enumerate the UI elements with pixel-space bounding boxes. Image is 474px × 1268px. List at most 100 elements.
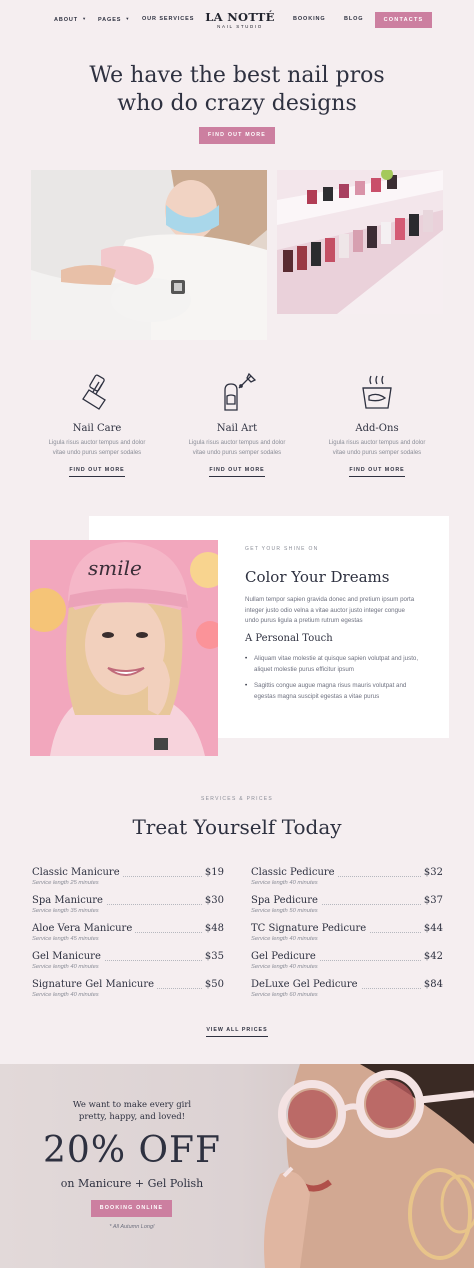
service-description: Ligula risus auctor tempus and dolor vit… (307, 438, 447, 458)
price-item: Spa Manicure $30 Service length 35 minut… (32, 895, 224, 919)
price-item-name: TC Signature Pedicure (251, 923, 370, 934)
price-item-price: $48 (201, 923, 224, 934)
logo-name: LA NOTTÉ (205, 10, 275, 24)
price-item-price: $37 (420, 895, 443, 906)
nav-about[interactable]: ABOUT ▼ (54, 16, 87, 23)
chevron-down-icon: ▼ (125, 16, 131, 21)
smiling-woman-illustration: smile (30, 540, 218, 756)
service-title: Add-Ons (355, 423, 399, 434)
feature-text: Nullam tempor sapien gravida donec and p… (245, 596, 415, 624)
price-item-price: $50 (201, 979, 224, 990)
feature-eyebrow: GET YOUR SHINE ON (245, 546, 319, 552)
nav-blog[interactable]: BLOG (344, 16, 364, 22)
promo-intro-line1: We want to make every girl (72, 1100, 192, 1110)
polish-shelf-illustration (277, 170, 443, 314)
view-all-prices-wrapper: VIEW ALL PRICES (0, 1018, 474, 1037)
price-item-length: Service length 25 minutes (32, 880, 99, 886)
feature-bullet: Sagittis congue augue magna risus mauris… (245, 681, 420, 702)
nav-pages-label: PAGES (98, 17, 122, 23)
price-item-name: Spa Manicure (32, 895, 106, 906)
booking-online-button[interactable]: BOOKING ONLINE (91, 1200, 172, 1217)
manicure-illustration (31, 170, 267, 340)
price-item-price: $35 (201, 951, 224, 962)
service-find-out-more-link[interactable]: FIND OUT MORE (209, 467, 265, 477)
hat-text: smile (88, 556, 142, 580)
service-description-line1: Ligula risus auctor tempus and dolor (188, 440, 286, 446)
hero-heading-line1: We have the best nail pros (89, 63, 385, 88)
price-item-length: Service length 40 minutes (251, 964, 318, 970)
service-description-line2: vitae undo purus semper sodales (332, 450, 422, 456)
price-item-length: Service length 50 minutes (251, 908, 318, 914)
nail-polish-shelf-photo (277, 170, 443, 314)
price-item-price: $42 (420, 951, 443, 962)
promo-intro-line2: pretty, happy, and loved! (78, 1112, 186, 1122)
price-item-name: Signature Gel Manicure (32, 979, 158, 990)
nav-our-services[interactable]: OUR SERVICES (142, 16, 194, 22)
prices-title: Treat Yourself Today (132, 815, 342, 839)
logo[interactable]: LA NOTTÉ NAIL STUDIO (205, 11, 275, 29)
price-item: Signature Gel Manicure $50 Service lengt… (32, 979, 224, 1003)
nav-pages[interactable]: PAGES ▼ (98, 16, 130, 23)
price-item-length: Service length 40 minutes (32, 964, 99, 970)
prices-eyebrow: SERVICES & PRICES (200, 796, 274, 802)
service-title: Nail Art (216, 423, 258, 434)
hero-heading-line2: who do crazy designs (117, 91, 357, 116)
price-item: Spa Pedicure $37 Service length 50 minut… (251, 895, 443, 919)
hero-find-out-more-button[interactable]: FIND OUT MORE (199, 127, 275, 144)
price-item-length: Service length 60 minutes (251, 992, 318, 998)
chevron-down-icon: ▼ (82, 16, 87, 21)
view-all-prices-link[interactable]: VIEW ALL PRICES (206, 1027, 268, 1037)
price-item-name: Classic Pedicure (251, 867, 338, 878)
price-item: Classic Pedicure $32 Service length 40 m… (251, 867, 443, 891)
price-item: Aloe Vera Manicure $48 Service length 45… (32, 923, 224, 947)
feature-title: Color Your Dreams (245, 568, 390, 586)
nail-polish-bottle-icon (77, 372, 117, 412)
service-nail-care: Nail Care Ligula risus auctor tempus and… (27, 372, 167, 477)
price-item-name: Aloe Vera Manicure (32, 923, 136, 934)
price-item-name: Classic Manicure (32, 867, 123, 878)
smiling-woman-photo: smile (30, 540, 218, 756)
service-nail-art: Nail Art Ligula risus auctor tempus and … (167, 372, 307, 477)
service-find-out-more-link[interactable]: FIND OUT MORE (349, 467, 405, 477)
price-item-name: Gel Manicure (32, 951, 104, 962)
price-item-length: Service length 40 minutes (32, 992, 99, 998)
manicure-photo (31, 170, 267, 340)
price-item-price: $30 (201, 895, 224, 906)
top-navigation: ABOUT ▼ PAGES ▼ OUR SERVICES LA NOTTÉ NAIL… (0, 0, 474, 40)
nav-about-label: ABOUT (54, 17, 79, 23)
contacts-button[interactable]: CONTACTS (375, 12, 432, 28)
price-item-length: Service length 40 minutes (251, 880, 318, 886)
price-item-price: $84 (420, 979, 443, 990)
nail-art-brush-icon (217, 372, 257, 412)
price-item-length: Service length 40 minutes (251, 936, 318, 942)
price-item-length: Service length 35 minutes (32, 908, 99, 914)
service-description-line1: Ligula risus auctor tempus and dolor (48, 440, 146, 446)
nail-soak-bowl-icon (357, 372, 397, 412)
promo-note: * All Autumn Long! (109, 1224, 155, 1230)
service-description: Ligula risus auctor tempus and dolor vit… (167, 438, 307, 458)
logo-tagline: NAIL STUDIO (217, 24, 263, 29)
price-item-price: $44 (420, 923, 443, 934)
price-item: DeLuxe Gel Pedicure $84 Service length 6… (251, 979, 443, 1003)
promo-discount: 20% OFF (43, 1130, 221, 1171)
nav-booking[interactable]: BOOKING (293, 16, 326, 22)
price-item: Gel Pedicure $42 Service length 40 minut… (251, 951, 443, 975)
price-item: TC Signature Pedicure $44 Service length… (251, 923, 443, 947)
service-description-line1: Ligula risus auctor tempus and dolor (328, 440, 426, 446)
price-item-price: $19 (201, 867, 224, 878)
price-item: Gel Manicure $35 Service length 40 minut… (32, 951, 224, 975)
price-item-name: Gel Pedicure (251, 951, 319, 962)
price-item-name: Spa Pedicure (251, 895, 321, 906)
service-description: Ligula risus auctor tempus and dolor vit… (27, 438, 167, 458)
service-description-line2: vitae undo purus semper sodales (192, 450, 282, 456)
service-find-out-more-link[interactable]: FIND OUT MORE (69, 467, 125, 477)
price-item-name: DeLuxe Gel Pedicure (251, 979, 361, 990)
price-item-price: $32 (420, 867, 443, 878)
hero-heading: We have the best nail pros who do crazy … (0, 62, 474, 118)
service-title: Nail Care (72, 423, 122, 434)
price-item: Classic Manicure $19 Service length 25 m… (32, 867, 224, 891)
promo-intro: We want to make every girl pretty, happy… (57, 1099, 207, 1123)
service-add-ons: Add-Ons Ligula risus auctor tempus and d… (307, 372, 447, 477)
promo-subtitle: on Manicure + Gel Polish (60, 1177, 204, 1190)
price-item-length: Service length 45 minutes (32, 936, 99, 942)
